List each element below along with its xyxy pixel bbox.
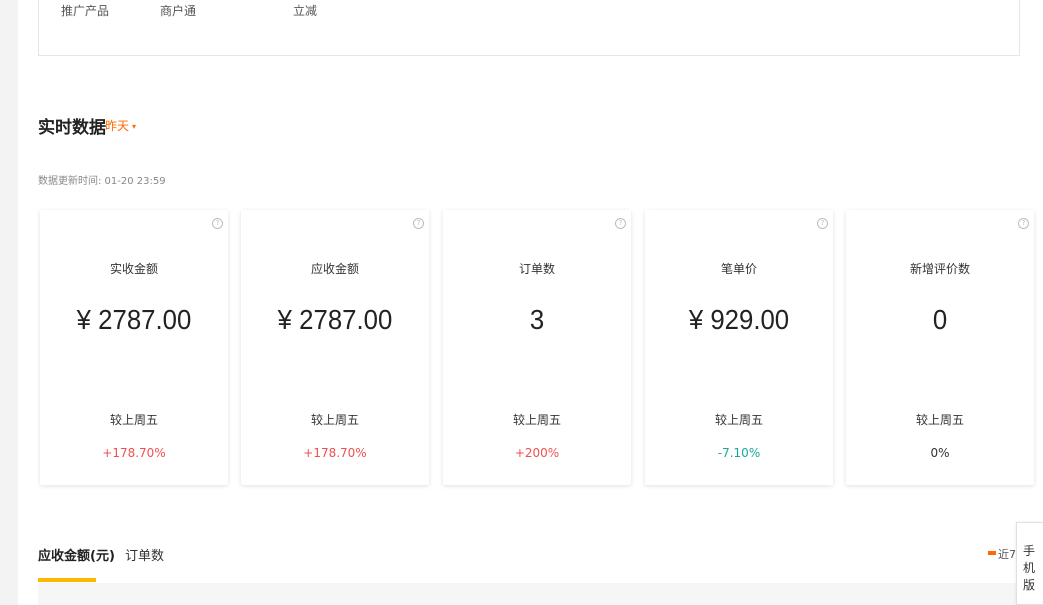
main-panel: 推广产品 商户通 立减 实时数据 昨天 ▾ 数据更新时间: 01-20 23:59… [18, 0, 1043, 605]
compare-value: -7.10% [717, 446, 761, 460]
compare-label: 较上周五 [512, 413, 561, 427]
promo-item-merchant: 商户通 [160, 4, 197, 18]
legend-swatch [988, 551, 996, 555]
date-dropdown-label: 昨天 [105, 119, 130, 133]
compare-label: 较上周五 [714, 413, 763, 427]
promo-item-product: 推广产品 [61, 4, 110, 18]
compare-value: +200% [514, 446, 560, 460]
help-icon[interactable]: ? [1018, 218, 1029, 229]
section-title: 实时数据 [38, 118, 106, 138]
help-icon[interactable]: ? [212, 218, 223, 229]
help-icon[interactable]: ? [817, 218, 828, 229]
metric-card-receivable: ? 应收金额 ¥ 2787.00 较上周五 +178.70% [241, 210, 429, 485]
metric-value: ¥ 929.00 [688, 304, 790, 335]
compare-value: +178.70% [102, 446, 166, 460]
chart-area [38, 583, 1020, 605]
mobile-version-tab[interactable]: 手机版 [1016, 522, 1043, 605]
tab-receivable[interactable]: 应收金额(元) [38, 545, 115, 564]
compare-value: +178.70% [303, 446, 367, 460]
help-icon[interactable]: ? [615, 218, 626, 229]
metric-card-received: ? 实收金额 ¥ 2787.00 较上周五 +178.70% [40, 210, 228, 485]
metric-label: 笔单价 [720, 262, 757, 276]
metric-value: ¥ 2787.00 [277, 304, 393, 335]
help-icon[interactable]: ? [413, 218, 424, 229]
metric-value: 3 [529, 304, 545, 335]
metric-label: 新增评价数 [909, 262, 970, 276]
metric-card-new-reviews: ? 新增评价数 0 较上周五 0% [846, 210, 1034, 485]
date-dropdown[interactable]: 昨天 ▾ [105, 117, 136, 134]
compare-label: 较上周五 [109, 413, 158, 427]
metric-value: ¥ 2787.00 [76, 304, 192, 335]
metric-label: 实收金额 [109, 262, 158, 276]
tab-orders[interactable]: 订单数 [125, 545, 164, 564]
metric-label: 应收金额 [310, 262, 359, 276]
caret-down-icon: ▾ [132, 122, 137, 131]
range-legend[interactable]: 近7 [988, 546, 1016, 562]
metric-label: 订单数 [518, 262, 555, 276]
promo-item-discount: 立减 [293, 4, 318, 18]
compare-value: 0% [930, 446, 950, 460]
active-tab-indicator [38, 578, 96, 582]
metric-card-avg-price: ? 笔单价 ¥ 929.00 较上周五 -7.10% [645, 210, 833, 485]
metric-value: 0 [932, 304, 948, 335]
range-legend-label: 近7 [998, 548, 1016, 561]
compare-label: 较上周五 [310, 413, 359, 427]
mobile-version-label: 手机版 [1023, 544, 1036, 592]
metric-card-orders: ? 订单数 3 较上周五 +200% [443, 210, 631, 485]
promo-box: 推广产品 商户通 立减 [38, 0, 1020, 56]
compare-label: 较上周五 [915, 413, 964, 427]
update-time: 数据更新时间: 01-20 23:59 [38, 176, 166, 187]
